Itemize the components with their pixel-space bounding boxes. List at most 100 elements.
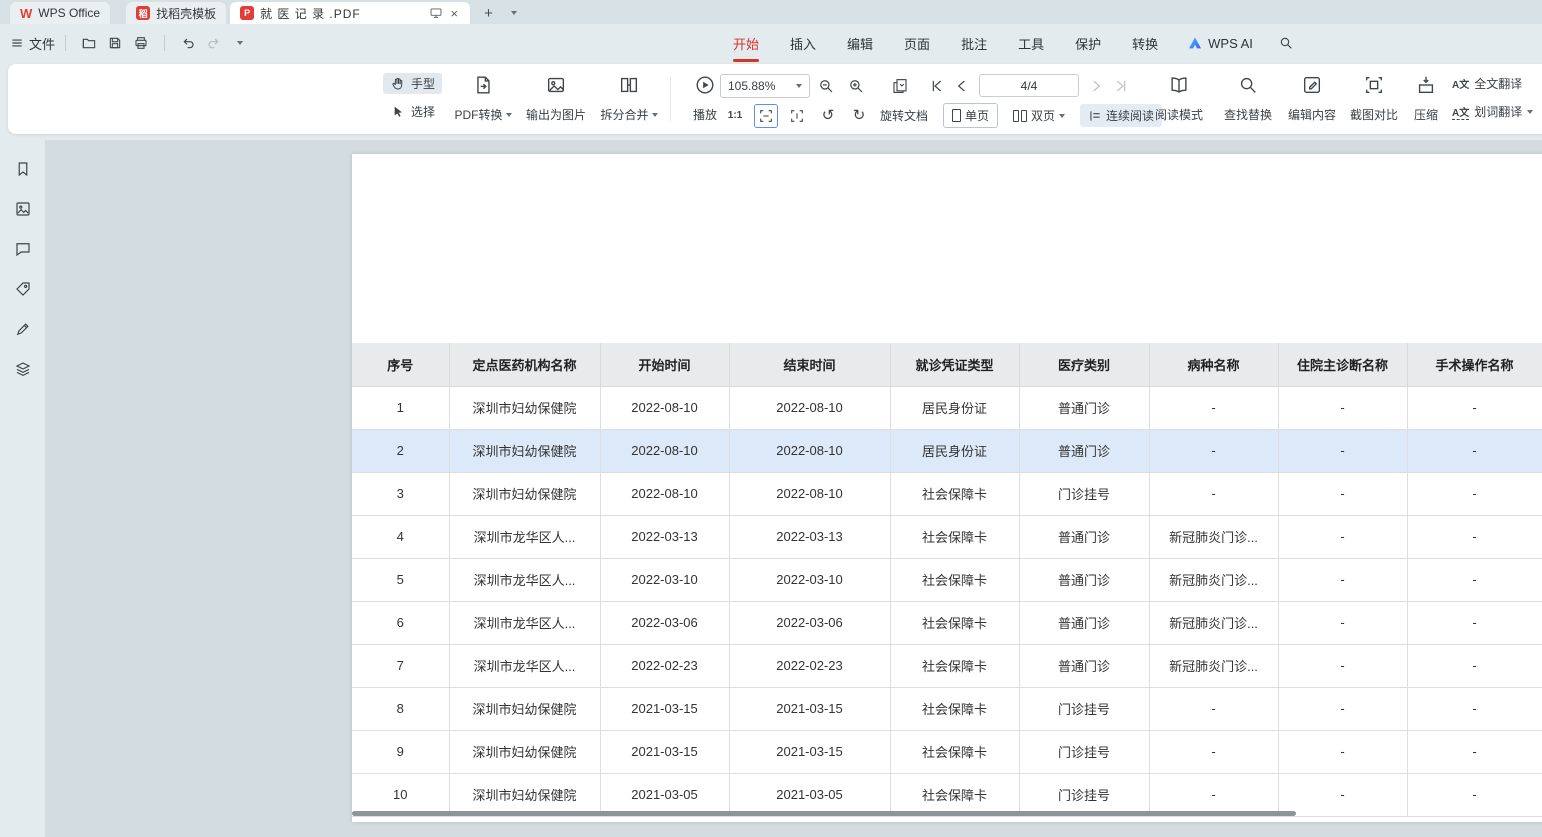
- word-translate-button[interactable]: A文 划词翻译: [1448, 101, 1537, 122]
- comments-panel-button[interactable]: [3, 229, 43, 269]
- last-page-button[interactable]: [1113, 78, 1129, 94]
- table-row: 5深圳市龙华区人...2022-03-102022-03-10社会保障卡普通门诊…: [352, 558, 1542, 601]
- screenshot-compare-label: 截图对比: [1350, 106, 1398, 123]
- bookmarks-panel-button[interactable]: [3, 149, 43, 189]
- annotate-panel-button[interactable]: [3, 309, 43, 349]
- table-cell: 2022-03-10: [729, 558, 890, 601]
- tab-wps-office[interactable]: W WPS Office: [10, 2, 110, 24]
- file-menu-button[interactable]: 文件: [10, 34, 55, 53]
- page-number-input[interactable]: [979, 74, 1079, 97]
- zoom-in-button[interactable]: [844, 74, 868, 98]
- fit-page-button[interactable]: [785, 104, 809, 128]
- table-cell: 2021-03-05: [729, 773, 890, 816]
- single-page-button[interactable]: 单页: [943, 103, 998, 128]
- table-cell: 社会保障卡: [890, 687, 1019, 730]
- table-cell: 新冠肺炎门诊...: [1149, 558, 1278, 601]
- table-cell: 2022-03-13: [729, 515, 890, 558]
- table-row: 2深圳市妇幼保健院2022-08-102022-08-10居民身份证普通门诊--…: [352, 429, 1542, 472]
- table-cell: 2022-08-10: [600, 429, 729, 472]
- close-tab-icon[interactable]: ×: [449, 6, 461, 21]
- menu-wps-ai[interactable]: WPS AI: [1187, 35, 1253, 51]
- double-page-button[interactable]: 双页: [1005, 104, 1073, 127]
- table-cell: -: [1407, 515, 1542, 558]
- menu-item[interactable]: 工具: [1018, 24, 1044, 62]
- last-page-icon: [1113, 78, 1129, 94]
- open-file-button[interactable]: [77, 31, 101, 55]
- table-cell: -: [1407, 773, 1542, 816]
- menu-item[interactable]: 开始: [733, 24, 759, 62]
- rotate-right-button[interactable]: ↻: [847, 104, 871, 128]
- table-cell: 2021-03-15: [729, 730, 890, 773]
- find-replace-button[interactable]: 查找替换: [1216, 71, 1280, 127]
- find-replace-label: 查找替换: [1224, 106, 1272, 123]
- edit-content-button[interactable]: 编辑内容: [1282, 71, 1342, 127]
- select-tool-button[interactable]: 选择: [383, 101, 442, 122]
- zoom-out-icon: [817, 77, 835, 95]
- table-cell: 2022-08-10: [729, 472, 890, 515]
- menu-item[interactable]: 转换: [1132, 24, 1158, 62]
- table-header-cell: 住院主诊断名称: [1278, 343, 1407, 386]
- rotate-doc-label[interactable]: 旋转文档: [880, 107, 928, 124]
- menu-item[interactable]: 批注: [961, 24, 987, 62]
- hand-tool-button[interactable]: 手型: [383, 73, 442, 94]
- screenshot-compare-button[interactable]: 截图对比: [1344, 71, 1404, 127]
- pages-icon: [891, 77, 909, 95]
- pdf-convert-button[interactable]: PDF转换: [448, 71, 518, 127]
- tab-list-chevron-icon[interactable]: [507, 2, 521, 24]
- menu-item[interactable]: 页面: [904, 24, 930, 62]
- continuous-read-label: 连续阅读: [1106, 107, 1154, 124]
- read-mode-button[interactable]: 阅读模式: [1150, 71, 1208, 127]
- previous-page-button[interactable]: [954, 78, 970, 94]
- undo-button[interactable]: [176, 31, 200, 55]
- labels-panel-button[interactable]: [3, 269, 43, 309]
- word-translate-icon: A文: [1452, 104, 1469, 120]
- extract-pages-button[interactable]: [888, 74, 912, 98]
- document-area[interactable]: 序号定点医药机构名称开始时间结束时间就诊凭证类型医疗类别病种名称住院主诊断名称手…: [45, 140, 1542, 837]
- fit-width-button[interactable]: [754, 104, 778, 128]
- table-cell: 9: [352, 730, 449, 773]
- new-tab-button[interactable]: +: [480, 2, 497, 24]
- table-cell: -: [1278, 558, 1407, 601]
- table-row: 10深圳市妇幼保健院2021-03-052021-03-05社会保障卡门诊挂号-…: [352, 773, 1542, 816]
- next-page-button[interactable]: [1088, 78, 1104, 94]
- split-merge-label: 拆分合并: [600, 106, 648, 123]
- first-page-button[interactable]: [929, 78, 945, 94]
- tab-document[interactable]: P 就 医 记 录 .PDF ×: [230, 2, 470, 24]
- translate-group: A文 全文翻译 A文 划词翻译: [1448, 73, 1537, 122]
- table-cell: 深圳市妇幼保健院: [449, 429, 600, 472]
- zoom-out-button[interactable]: [814, 74, 838, 98]
- table-header-cell: 手术操作名称: [1407, 343, 1542, 386]
- select-tool-label: 选择: [411, 103, 435, 120]
- tab-docer[interactable]: 稻 找稻壳模板: [126, 2, 226, 24]
- horizontal-scrollbar[interactable]: [352, 811, 1296, 816]
- table-cell: 门诊挂号: [1019, 730, 1149, 773]
- table-cell: 2022-08-10: [600, 472, 729, 515]
- menu-item[interactable]: 插入: [790, 24, 816, 62]
- more-quick-commands-button[interactable]: [228, 31, 252, 55]
- full-translate-button[interactable]: A文 全文翻译: [1448, 73, 1526, 94]
- menu-item[interactable]: 编辑: [847, 24, 873, 62]
- menu-item[interactable]: 保护: [1075, 24, 1101, 62]
- save-icon: [107, 35, 123, 51]
- double-page-icon: [1013, 110, 1027, 122]
- table-cell: 3: [352, 472, 449, 515]
- table-cell: 2022-08-10: [729, 429, 890, 472]
- compress-button[interactable]: 压缩: [1404, 71, 1448, 127]
- split-merge-button[interactable]: 拆分合并: [594, 71, 664, 127]
- save-button[interactable]: [103, 31, 127, 55]
- split-merge-icon: [618, 74, 640, 96]
- menu-search-icon[interactable]: [1278, 35, 1294, 51]
- zoom-select[interactable]: 105.88%: [720, 74, 810, 98]
- layers-panel-button[interactable]: [3, 349, 43, 389]
- thumbnails-panel-button[interactable]: [3, 189, 43, 229]
- redo-button[interactable]: [202, 31, 226, 55]
- rotate-left-button[interactable]: ↺: [816, 104, 840, 128]
- table-cell: 2021-03-15: [600, 687, 729, 730]
- actual-size-button[interactable]: 1:1: [723, 104, 747, 128]
- monitor-icon[interactable]: [429, 6, 443, 20]
- export-image-button[interactable]: 输出为图片: [516, 71, 596, 127]
- double-page-label: 双页: [1031, 107, 1055, 124]
- tab-bar: W WPS Office 稻 找稻壳模板 P 就 医 记 录 .PDF × +: [0, 0, 1542, 24]
- table-cell: 1: [352, 386, 449, 429]
- print-button[interactable]: [129, 31, 153, 55]
